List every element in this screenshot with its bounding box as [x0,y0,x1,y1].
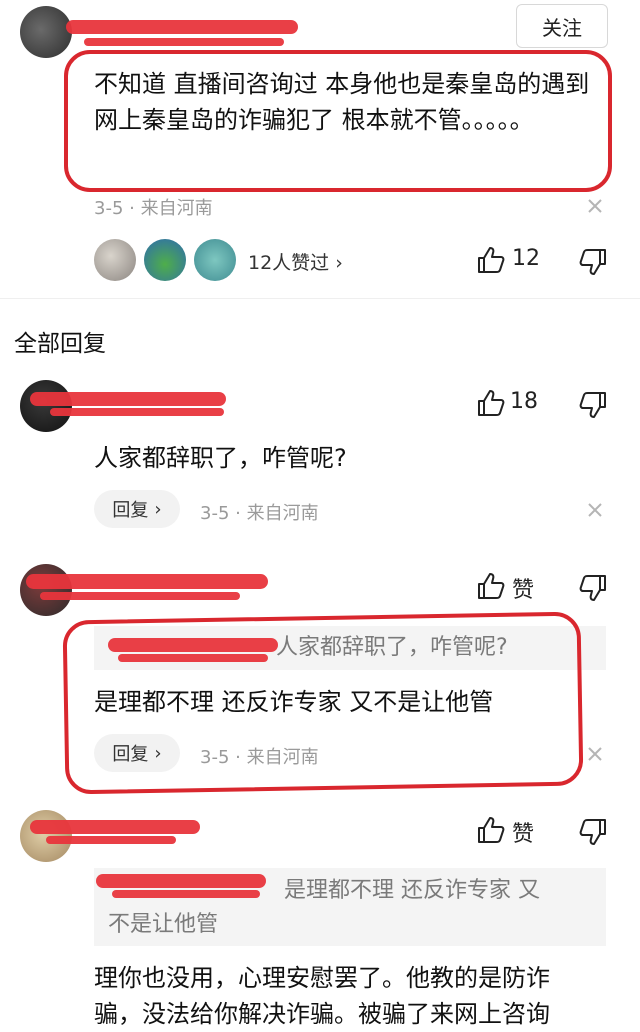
quoted-text: 不是让他管 [108,912,219,937]
reply-label: 回复 [112,500,149,521]
divider [0,298,640,299]
thumbs-down-icon[interactable] [578,817,608,847]
reply-text: 是理都不理 还反诈专家 又不是让他管 [94,688,494,716]
liker-avatar[interactable] [194,239,236,281]
likers-label: 12人赞过 [248,252,330,274]
username-redaction [96,874,266,888]
like-count: 18 [510,389,538,414]
avatar[interactable] [20,6,72,58]
reply-label: 回复 [112,744,149,765]
quoted-text: 是理都不理 还反诈专家 又 [284,878,540,903]
reply-text: 骗，没法给你解决诈骗。被骗了来网上咨询 [94,1000,550,1028]
like-count: 12 [512,246,540,271]
likers-link[interactable]: 12人赞过 › [248,248,343,275]
thumbs-down-icon[interactable] [578,247,608,277]
reply-meta: 3-5 · 来自河南 [200,747,319,768]
chevron-right-icon: › [154,498,162,520]
chevron-right-icon: › [335,252,343,274]
thumbs-up-icon[interactable] [476,245,506,275]
reply-button[interactable]: 回复 › [94,734,180,772]
username-redaction [30,392,226,406]
thumbs-up-icon[interactable] [476,815,506,845]
username-redaction [50,408,224,416]
comment-text: 不知道 直播间咨询过 本身他也是秦皇岛的遇到网上秦皇岛的诈骗犯了 根本就不管。。… [94,70,590,134]
thumbs-up-icon[interactable] [476,571,506,601]
username-redaction [26,574,268,589]
close-icon[interactable] [583,498,607,522]
section-title: 全部回复 [14,331,106,357]
thumbs-up-icon[interactable] [476,388,506,418]
reply-text: 人家都辞职了，咋管呢? [94,444,347,472]
thumbs-down-icon[interactable] [578,390,608,420]
username-redaction [40,592,240,600]
follow-button[interactable]: 关注 [516,4,608,48]
liker-avatar[interactable] [144,239,186,281]
comment-meta: 3-5 · 来自河南 [94,198,213,219]
like-label: 赞 [512,578,535,603]
chevron-right-icon: › [154,742,162,764]
reply-text: 理你也没用，心理安慰罢了。他教的是防诈 [94,964,550,992]
like-label: 赞 [512,822,535,847]
username-redaction [46,836,176,844]
reply-button[interactable]: 回复 › [94,490,180,528]
thumbs-down-icon[interactable] [578,573,608,603]
liker-avatar[interactable] [94,239,136,281]
close-icon[interactable] [583,742,607,766]
username-redaction [84,38,284,46]
reply-meta: 3-5 · 来自河南 [200,503,319,524]
username-redaction [66,20,298,34]
username-redaction [30,820,200,834]
close-icon[interactable] [583,194,607,218]
avatar[interactable] [20,380,72,432]
username-redaction [112,890,260,898]
avatar[interactable] [20,564,72,616]
